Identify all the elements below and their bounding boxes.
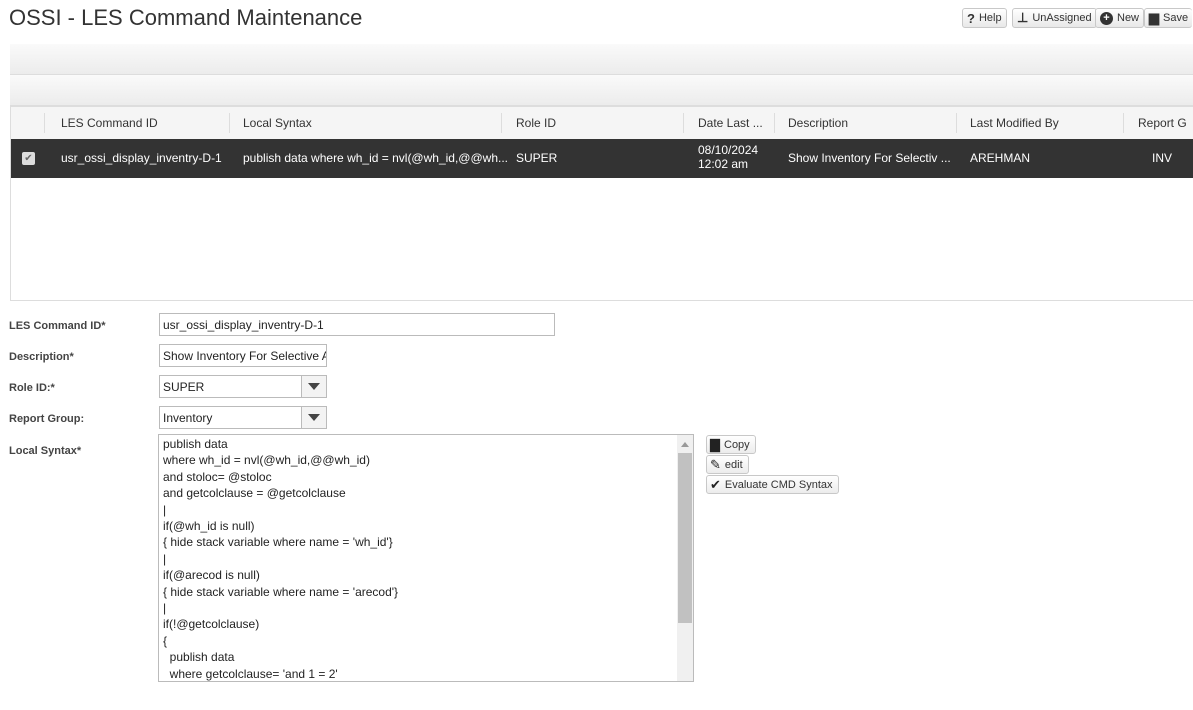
local-syntax-label: Local Syntax* xyxy=(9,445,82,457)
report-group-label: Report Group: xyxy=(9,413,85,425)
syntax-line: if(@arecod is null) xyxy=(163,568,260,583)
role-id-select[interactable]: SUPER xyxy=(159,375,327,398)
scroll-up-icon[interactable] xyxy=(681,442,689,447)
syntax-line: if(!@getcolclause) xyxy=(163,617,260,632)
new-button[interactable]: + New xyxy=(1095,8,1145,28)
chevron-down-icon[interactable] xyxy=(301,376,326,397)
col-les-command-id[interactable]: LES Command ID xyxy=(61,116,158,130)
page-title: OSSI - LES Command Maintenance xyxy=(9,5,363,30)
help-label: Help xyxy=(978,12,1002,24)
copy-label: Copy xyxy=(724,438,750,451)
filter-band xyxy=(10,75,1193,106)
col-role-id[interactable]: Role ID xyxy=(516,116,556,130)
report-group-select[interactable]: Inventory xyxy=(159,406,327,429)
syntax-line: where wh_id = nvl(@wh_id,@@wh_id) xyxy=(163,453,370,468)
pencil-icon: ✎ xyxy=(710,456,721,472)
cell-report-group: INV xyxy=(1152,151,1173,165)
new-label: New xyxy=(1117,12,1140,24)
description-label: Description* xyxy=(9,351,74,363)
results-grid: LES Command ID Local Syntax Role ID Date… xyxy=(10,106,1193,301)
syntax-line: publish data xyxy=(163,650,235,665)
save-button[interactable]: ▆ Save xyxy=(1144,8,1193,28)
help-button[interactable]: ? Help xyxy=(962,8,1007,28)
description-input[interactable]: Show Inventory For Selective Are xyxy=(159,344,327,367)
copy-button[interactable]: ▇ Copy xyxy=(706,435,756,454)
copy-icon: ▇ xyxy=(710,436,720,452)
cell-time: 12:02 am xyxy=(698,157,749,171)
col-local-syntax[interactable]: Local Syntax xyxy=(243,116,312,130)
cell-syntax: publish data where wh_id = nvl(@wh_id,@@… xyxy=(243,151,509,165)
syntax-line: | xyxy=(163,551,167,566)
syntax-line: publish data xyxy=(163,437,228,451)
edit-button[interactable]: ✎ edit xyxy=(706,455,749,474)
cell-date: 08/10/2024 xyxy=(698,143,759,157)
report-group-value: Inventory xyxy=(163,411,213,425)
syntax-line: { xyxy=(163,633,168,648)
toolbar-band xyxy=(10,44,1193,75)
unassigned-button[interactable]: ⊥ UnAssigned xyxy=(1012,8,1097,28)
cell-role: SUPER xyxy=(516,151,558,165)
evaluate-label: Evaluate CMD Syntax xyxy=(724,478,833,491)
row-checkbox[interactable]: ✔ xyxy=(22,152,35,165)
syntax-line: and getcolclause = @getcolclause xyxy=(163,486,346,501)
pin-icon: ⊥ xyxy=(1017,10,1029,25)
syntax-line: if(@wh_id is null) xyxy=(163,519,255,533)
syntax-line: { hide stack variable where name = 'wh_i… xyxy=(163,535,393,550)
role-id-label: Role ID:* xyxy=(9,382,55,394)
col-report-group[interactable]: Report G xyxy=(1138,116,1187,130)
syntax-line: | xyxy=(163,601,167,615)
les-command-id-input[interactable]: usr_ossi_display_inventry-D-1 xyxy=(159,313,555,336)
syntax-line: { hide stack variable where name = 'arec… xyxy=(163,584,399,599)
col-last-modified-by[interactable]: Last Modified By xyxy=(970,116,1059,130)
evaluate-syntax-button[interactable]: ✔ Evaluate CMD Syntax xyxy=(706,475,839,494)
syntax-line: | xyxy=(163,502,167,517)
scrollbar[interactable] xyxy=(677,435,693,681)
col-date-last[interactable]: Date Last ... xyxy=(698,116,763,130)
chevron-down-icon[interactable] xyxy=(301,407,326,428)
unassigned-label: UnAssigned xyxy=(1032,12,1092,24)
role-id-value: SUPER xyxy=(163,380,205,394)
floppy-icon: ▆ xyxy=(1149,10,1159,25)
edit-label: edit xyxy=(724,458,743,471)
question-icon: ? xyxy=(967,10,975,26)
cell-modified-by: AREHMAN xyxy=(970,151,1031,165)
les-command-id-label: LES Command ID* xyxy=(9,320,106,332)
plus-circle-icon: + xyxy=(1100,11,1113,25)
cell-id: usr_ossi_display_inventry-D-1 xyxy=(61,151,222,165)
cell-description: Show Inventory For Selectiv ... xyxy=(788,151,951,165)
grid-header: LES Command ID Local Syntax Role ID Date… xyxy=(11,107,1193,139)
save-label: Save xyxy=(1163,12,1189,24)
col-description[interactable]: Description xyxy=(788,116,848,130)
syntax-line: and stoloc= @stoloc xyxy=(163,469,272,484)
table-row[interactable]: ✔ usr_ossi_display_inventry-D-1 publish … xyxy=(11,139,1193,178)
scroll-thumb[interactable] xyxy=(678,453,692,623)
local-syntax-textarea[interactable]: publish data where wh_id = nvl(@wh_id,@@w… xyxy=(158,434,694,682)
checkmark-icon: ✔ xyxy=(710,476,721,492)
syntax-line: where getcolclause= 'and 1 = 2' xyxy=(163,666,338,681)
